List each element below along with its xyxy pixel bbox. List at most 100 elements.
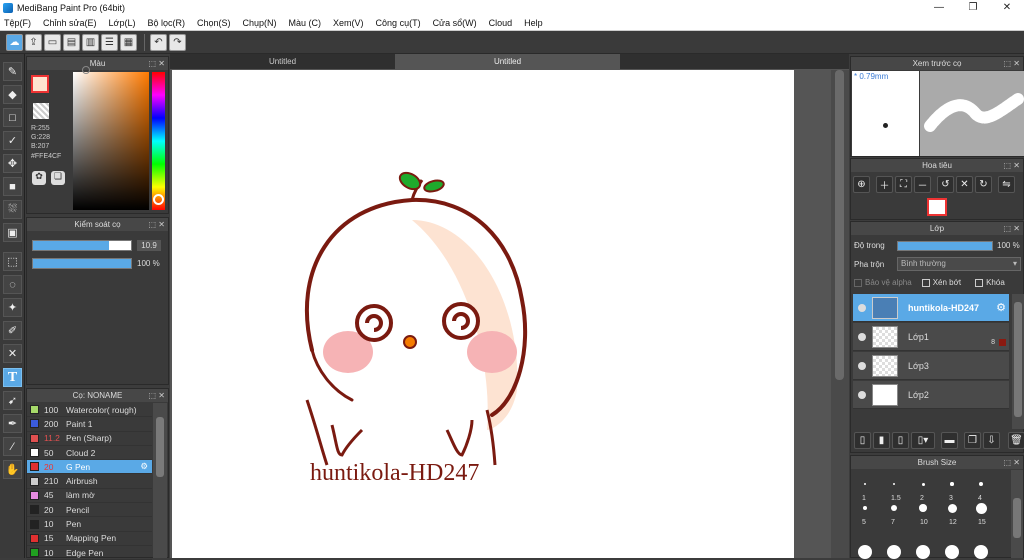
menu-cloud[interactable]: Cloud [489, 18, 513, 28]
brush-list-scroll-thumb[interactable] [156, 417, 164, 477]
tab-untitled-1[interactable]: Untitled [170, 54, 395, 69]
shape-tool-icon[interactable]: □ [3, 108, 22, 127]
canvas-scroll-thumb[interactable] [835, 70, 844, 380]
speech-icon[interactable]: ▤ [63, 33, 80, 51]
brush-size-dot[interactable] [975, 502, 987, 514]
zoom-in-icon[interactable]: ＋ [876, 176, 893, 193]
rotate-left-icon[interactable]: ↺ [937, 176, 954, 193]
new-layer-1bit-icon[interactable]: ▯ [892, 432, 909, 449]
duplicate-layer-icon[interactable]: ❐ [964, 432, 981, 449]
brush-item[interactable]: 11.2 Pen (Sharp) [27, 432, 152, 446]
brush-size-dot[interactable] [862, 505, 868, 511]
visibility-icon[interactable] [858, 332, 866, 341]
page-icon[interactable]: ▥ [82, 33, 99, 51]
brush-size-value[interactable]: 10.9 [137, 240, 161, 251]
brush-size-dot[interactable] [891, 505, 897, 511]
brush-item[interactable]: 20 Pencil [27, 503, 152, 518]
menu-color[interactable]: Màu (C) [289, 18, 322, 28]
visibility-icon[interactable] [858, 303, 866, 312]
menu-layer[interactable]: Lớp(L) [109, 18, 136, 28]
brush-opacity-slider[interactable] [32, 258, 132, 269]
rotate-right-icon[interactable]: ↻ [975, 176, 992, 193]
select-rect-icon[interactable]: ⬚ [3, 252, 22, 271]
layer-row[interactable]: huntikola-HD247 ⚙ [853, 294, 1009, 322]
new-layer-icon[interactable]: ▯ [854, 432, 871, 449]
flip-icon[interactable]: ⇋ [998, 176, 1015, 193]
eyedropper-icon[interactable]: ✒ [3, 414, 22, 433]
magic-wand-icon[interactable]: ✦ [3, 298, 22, 317]
foreground-color-swatch[interactable] [31, 75, 49, 93]
tab-untitled-2[interactable]: Untitled [395, 54, 620, 69]
panel-close-icon[interactable]: ⬚ ✕ [149, 57, 165, 70]
line-tool-icon[interactable]: ✓ [3, 131, 22, 150]
brush-size-dot[interactable] [945, 545, 959, 559]
menu-filter[interactable]: Bộ lọc(R) [147, 18, 185, 28]
brush-list-scrollbar[interactable] [153, 403, 167, 558]
panel-close-icon[interactable]: ⬚ ✕ [149, 218, 165, 231]
brush-size-dot[interactable] [921, 482, 925, 486]
redo-icon[interactable]: ↷ [169, 33, 186, 51]
merge-layer-icon[interactable]: ⇩ [983, 432, 1000, 449]
brush-size-slider[interactable] [32, 240, 132, 251]
maximize-button[interactable]: ❐ [956, 0, 990, 16]
visibility-icon[interactable] [858, 361, 866, 370]
brush-size-dot[interactable] [892, 482, 896, 486]
gradient-tool-icon[interactable]: ▣ [3, 223, 22, 242]
hand-tool-icon[interactable]: ✋ [3, 460, 22, 479]
brush-item[interactable]: 50 Cloud 2 [27, 446, 152, 461]
hue-slider[interactable] [152, 72, 165, 210]
zoom-out-icon[interactable]: － [914, 176, 931, 193]
drawing-canvas[interactable]: huntikola-HD247 [172, 70, 794, 558]
brush-item[interactable]: 15 Mapping Pen [27, 532, 152, 546]
brush-size-dot[interactable] [974, 545, 988, 559]
menu-help[interactable]: Help [524, 18, 543, 28]
clipping-checkbox[interactable] [921, 278, 930, 287]
gear-icon[interactable]: ⚙ [140, 461, 148, 472]
brush-tool-icon[interactable]: ✎ [3, 62, 22, 81]
text-tool-icon[interactable]: T [3, 368, 22, 387]
brush-item[interactable]: 200 Paint 1 [27, 417, 152, 432]
close-button[interactable]: ✕ [990, 0, 1024, 16]
layer-scrollbar[interactable] [1012, 294, 1024, 429]
eraser-tool-icon[interactable]: ◆ [3, 85, 22, 104]
color-history-icon[interactable]: ❏ [51, 171, 65, 185]
lasso-icon[interactable]: ◌ [3, 275, 22, 294]
brush-item[interactable]: 45 làm mờ [27, 489, 152, 504]
share-icon[interactable]: ⇪ [25, 33, 42, 51]
grid-icon[interactable]: ▦ [120, 33, 137, 51]
layer-opacity-slider[interactable] [897, 241, 993, 251]
picker-cursor[interactable] [82, 66, 90, 74]
add-layer-dropdown-icon[interactable]: ▯▾ [911, 432, 935, 449]
folder-icon[interactable]: ▬ [941, 432, 958, 449]
gear-icon[interactable]: ⚙ [996, 301, 1006, 314]
list-icon[interactable]: ☰ [101, 33, 118, 51]
hue-handle[interactable] [153, 194, 164, 205]
menu-file[interactable]: Tệp(F) [4, 18, 31, 28]
undo-icon[interactable]: ↶ [150, 33, 167, 51]
layer-scroll-thumb[interactable] [1014, 302, 1022, 417]
brush-size-dot[interactable] [950, 482, 954, 486]
minimize-button[interactable]: — [922, 0, 956, 16]
comment-icon[interactable]: ▭ [44, 33, 61, 51]
layer-row[interactable]: Lớp3 [853, 352, 1009, 380]
brush-item[interactable]: 20 G Pen ⚙ [27, 460, 152, 475]
panel-close-icon[interactable]: ⬚ ✕ [1004, 456, 1020, 469]
brush-size-dot[interactable] [919, 504, 927, 512]
cloud-icon[interactable]: ☁ [6, 33, 23, 51]
menu-view[interactable]: Xem(V) [333, 18, 364, 28]
saturation-value-picker[interactable] [73, 72, 149, 210]
brush-size-dot[interactable] [916, 545, 930, 559]
menu-select[interactable]: Chọn(S) [197, 18, 231, 28]
navigator-thumbnail[interactable] [927, 198, 947, 216]
trash-icon[interactable]: 🗑 [1008, 432, 1024, 449]
panel-close-icon[interactable]: ⬚ ✕ [149, 389, 165, 402]
brush-size-dot[interactable] [887, 545, 901, 559]
brush-item[interactable]: 100 Watercolor( rough) [27, 403, 152, 418]
zoom-icon[interactable]: ⊕ [853, 176, 870, 193]
brush-item[interactable]: 10 Pen [27, 517, 152, 532]
fill-tool-icon[interactable]: ⛆ [3, 200, 22, 219]
new-layer-8bit-icon[interactable]: ▮ [873, 432, 890, 449]
move-tool-icon[interactable]: ✥ [3, 154, 22, 173]
fit-icon[interactable]: ⛶ [895, 176, 912, 193]
canvas-scrollbar[interactable] [831, 70, 849, 558]
